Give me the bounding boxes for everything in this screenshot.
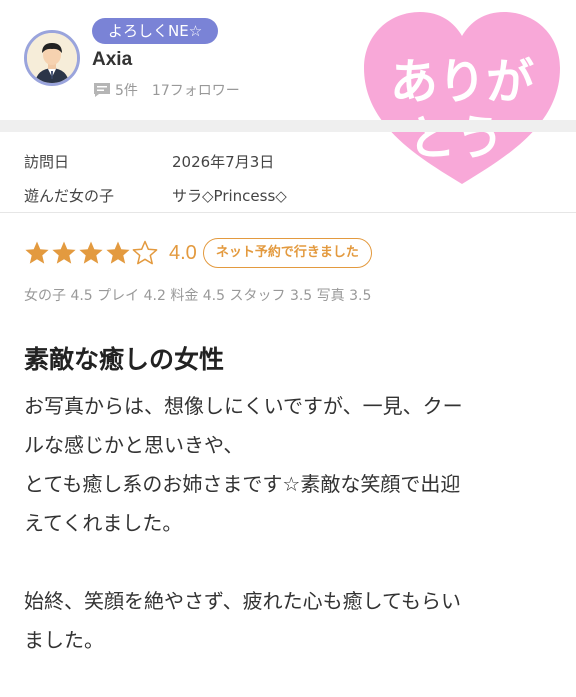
review-line: お写真からは、想像しにくいですが、一見、クー	[24, 394, 463, 418]
user-stats: 5件 17フォロワー	[93, 80, 240, 100]
star-empty-icon	[132, 240, 158, 265]
sub-scores: 女の子 4.5 プレイ 4.2 料金 4.5 スタッフ 3.5 写真 3.5	[24, 288, 372, 304]
follower-count[interactable]: 17フォロワー	[152, 80, 240, 100]
review-line: とても癒し系のお姉さまです☆素敵な笑顔で出迎	[24, 472, 461, 496]
review-line: えてくれました。	[24, 511, 183, 535]
girl-value[interactable]: サラ◇Princess◇	[172, 185, 287, 206]
user-tag-badge: よろしくNE☆	[92, 18, 219, 44]
net-reservation-badge: ネット予約で行きました	[202, 238, 372, 268]
review-title: 素敵な癒しの女性	[24, 345, 225, 374]
visit-date-row: 訪問日 2026年7月3日	[24, 144, 354, 178]
divider-line	[0, 212, 576, 213]
review-body: お写真からは、想像しにくいですが、一見、クー ルな感じかと思いきや、とても癒し系の…	[24, 387, 554, 660]
girl-row: 遊んだ女の子 サラ◇Princess◇	[24, 178, 354, 212]
girl-label: 遊んだ女の子	[24, 186, 115, 205]
thanks-text-line2: とう	[408, 110, 504, 166]
section-divider	[0, 120, 576, 132]
star-filled-icon	[52, 241, 76, 264]
visit-date-label: 訪問日	[24, 152, 70, 171]
review-count[interactable]: 5件	[115, 80, 138, 100]
review-line: 始終、笑顔を絶やさず、疲れた心も癒してもらい	[24, 589, 461, 613]
star-filled-icon	[106, 241, 130, 264]
thanks-heart-sticker: ありが とう	[364, 12, 560, 184]
visit-info: 訪問日 2026年7月3日 遊んだ女の子 サラ◇Princess◇	[24, 144, 354, 212]
review-line	[24, 543, 554, 582]
review-line: ました。	[24, 628, 104, 652]
rating-score: 4.0	[169, 241, 197, 264]
thanks-text-line1: ありが	[390, 54, 534, 110]
review-line: ルな感じかと思いきや、	[24, 433, 244, 457]
visit-date-value: 2026年7月3日	[172, 152, 275, 171]
star-rating	[24, 240, 159, 266]
star-filled-icon	[25, 241, 49, 264]
rating-row: 4.0 ネット予約で行きました	[24, 238, 372, 268]
comment-icon	[94, 83, 110, 97]
user-avatar-icon[interactable]	[24, 30, 80, 86]
star-filled-icon	[79, 241, 103, 264]
username[interactable]: Axia	[92, 49, 132, 71]
